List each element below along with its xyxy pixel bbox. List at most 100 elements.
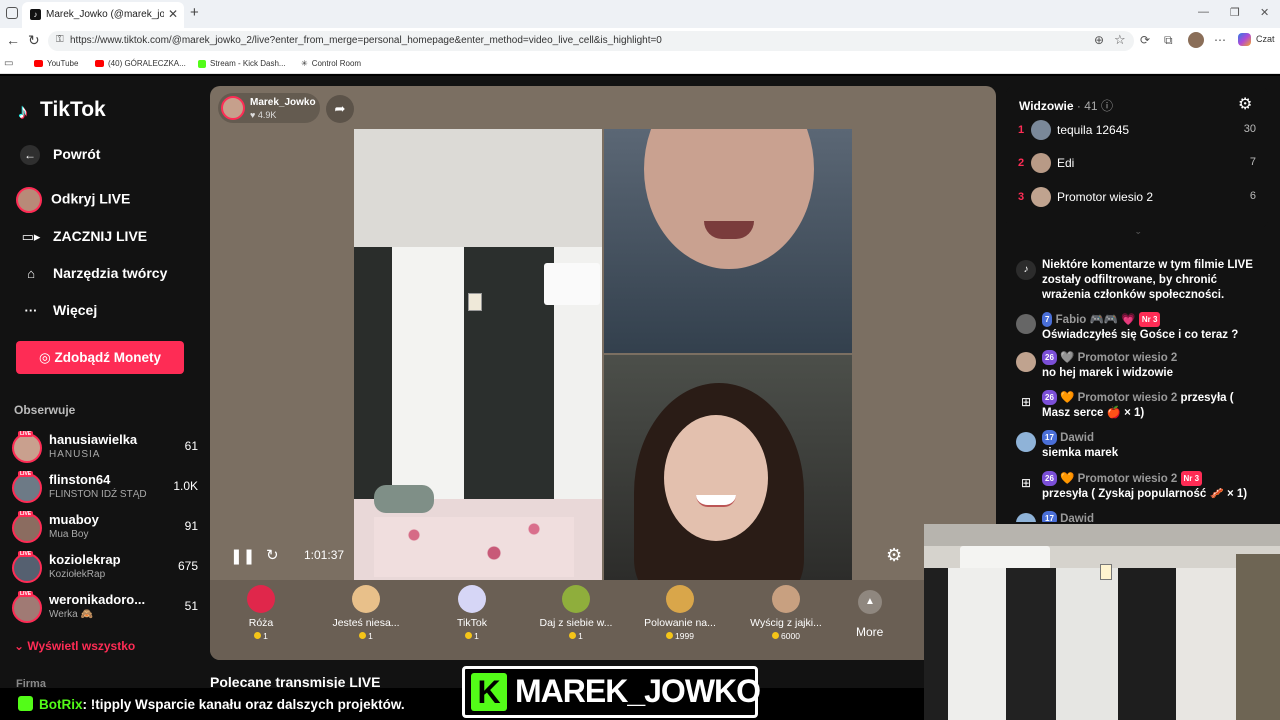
video-feed-host bbox=[354, 129, 602, 581]
level-badge: 26 bbox=[1042, 471, 1057, 486]
host-name: Marek_Jowko bbox=[250, 97, 316, 108]
kick-logo-icon: K bbox=[471, 673, 507, 711]
avatar bbox=[12, 593, 42, 623]
host-avatar[interactable] bbox=[221, 96, 245, 120]
browser-tab[interactable]: ♪ Marek_Jowko (@marek_jowko_2) | ✕ bbox=[22, 2, 184, 28]
copilot-icon[interactable] bbox=[1238, 33, 1251, 46]
host-info-pill[interactable]: Marek_Jowko ♥ 4.9K bbox=[218, 93, 320, 123]
gear-icon[interactable]: ⚙ bbox=[1238, 94, 1252, 114]
get-coins-button[interactable]: ◎ Zdobądź Monety bbox=[16, 341, 184, 374]
tiktok-logo[interactable]: ♪ TikTok bbox=[18, 98, 106, 123]
video-feed-guest-2 bbox=[604, 355, 852, 581]
gift-item[interactable]: Polowanie na... 1999 bbox=[630, 585, 730, 641]
avatar bbox=[1031, 187, 1051, 207]
maximize-icon[interactable]: ❐ bbox=[1230, 6, 1240, 19]
reload-icon[interactable]: ↻ bbox=[28, 32, 40, 49]
avatar bbox=[12, 553, 42, 583]
following-subtitle: Werka 🙈 bbox=[49, 609, 93, 620]
gift-item[interactable]: Daj z siebie w... 1 bbox=[526, 585, 626, 641]
host-likes: ♥ 4.9K bbox=[250, 110, 277, 120]
coin-icon bbox=[569, 632, 577, 639]
profile-avatar[interactable] bbox=[1188, 32, 1204, 48]
nav-start-live[interactable]: ▭▸ ZACZNIJ LIVE bbox=[20, 228, 148, 245]
following-item[interactable]: LIVE weronikadoro... Werka 🙈 51 bbox=[12, 591, 198, 629]
following-subtitle: Mua Boy bbox=[49, 529, 89, 540]
live-player[interactable]: Marek_Jowko ♥ 4.9K ➦ ❚❚ ↻ 1:01:37 ⚙ Róża… bbox=[210, 86, 996, 660]
browser-tab-bar: ♪ Marek_Jowko (@marek_jowko_2) | ✕ + — ❐… bbox=[0, 0, 1280, 28]
back-icon[interactable]: ← bbox=[6, 32, 20, 48]
settings-gear-icon[interactable]: ⚙ bbox=[886, 545, 902, 566]
bookmarks-toggle-icon[interactable]: ▭ bbox=[4, 58, 13, 69]
egg-basket-gift-icon bbox=[666, 585, 694, 613]
gift-icon: ⊞ bbox=[1020, 395, 1032, 409]
pause-icon[interactable]: ❚❚ bbox=[230, 547, 255, 565]
live-chat[interactable]: ⌄ ♪ Niektóre komentarze w tym filmie LIV… bbox=[1006, 232, 1268, 522]
url-field[interactable]: ⚿ https://www.tiktok.com/@marek_jowko_2/… bbox=[48, 31, 1134, 51]
site-info-icon[interactable]: ⚿ bbox=[56, 34, 64, 45]
coin-icon bbox=[666, 632, 674, 639]
bookmark-kick-dashboard[interactable]: Stream - Kick Dash... bbox=[198, 59, 286, 68]
bookmarks-bar: ▭ YouTube (40) GÓRALECZKA... Stream - Ki… bbox=[0, 54, 1280, 74]
nav-discover-live[interactable]: Odkryj LIVE bbox=[16, 187, 130, 213]
gift-bar: Róża 1 Jesteś niesa... 1 TikTok 1 Daj z … bbox=[210, 580, 996, 660]
nav-more[interactable]: ··· Więcej bbox=[20, 302, 98, 318]
zoom-icon[interactable]: ⊕ bbox=[1094, 33, 1104, 47]
following-subtitle: KoziołekRap bbox=[49, 569, 106, 580]
avatar bbox=[12, 513, 42, 543]
nav-creator-tools[interactable]: ⌂ Narzędzia twórcy bbox=[20, 265, 167, 281]
tab-title: Marek_Jowko (@marek_jowko_2) | bbox=[46, 9, 164, 20]
viewer-row[interactable]: 1 tequila 12645 30 bbox=[1016, 118, 1260, 146]
level-badge: 7 bbox=[1042, 312, 1053, 327]
more-options-icon[interactable]: ⋯ bbox=[1214, 33, 1226, 47]
following-item[interactable]: LIVE flinston64 FLINSTON IDŹ STĄD 1.0K bbox=[12, 471, 198, 509]
close-window-icon[interactable]: ✕ bbox=[1260, 6, 1269, 19]
avatar bbox=[1016, 314, 1036, 334]
stream-timer: 1:01:37 bbox=[304, 548, 345, 562]
more-dots-icon: ··· bbox=[24, 303, 38, 318]
gift-item[interactable]: Róża 1 bbox=[211, 585, 311, 641]
new-tab-icon[interactable]: + bbox=[190, 4, 199, 21]
collections-icon[interactable]: ⧉ bbox=[1164, 33, 1173, 48]
viewer-row[interactable]: 2 Edi 7 bbox=[1016, 151, 1260, 179]
following-name: weronikadoro... bbox=[49, 592, 146, 607]
bookmark-goraleczka[interactable]: (40) GÓRALECZKA... bbox=[95, 59, 186, 68]
live-badge: LIVE bbox=[18, 551, 34, 557]
favorite-star-icon[interactable]: ☆ bbox=[1114, 32, 1126, 48]
ball-gift-icon bbox=[562, 585, 590, 613]
extensions-icon[interactable]: ⟳ bbox=[1140, 33, 1150, 47]
workspaces-icon[interactable] bbox=[6, 7, 18, 19]
share-icon[interactable]: ➦ bbox=[326, 95, 354, 123]
bookmark-youtube[interactable]: YouTube bbox=[34, 59, 78, 68]
viewer-row[interactable]: 3 Promotor wiesio 2 6 bbox=[1016, 185, 1260, 213]
refresh-icon[interactable]: ↻ bbox=[266, 546, 279, 564]
nav-back[interactable]: ← Powrót bbox=[20, 145, 100, 165]
following-item[interactable]: LIVE muaboy Mua Boy 91 bbox=[12, 511, 198, 549]
kick-icon bbox=[198, 59, 206, 68]
more-gifts-button[interactable]: More bbox=[856, 625, 883, 639]
gift-item[interactable]: Wyścig z jajki... 6000 bbox=[736, 585, 836, 641]
following-item[interactable]: LIVE koziolekrap KoziołekRap 675 bbox=[12, 551, 198, 589]
copilot-chat-label[interactable]: Czat bbox=[1256, 34, 1275, 44]
chevron-up-icon[interactable]: ▲ bbox=[858, 590, 882, 614]
gift-item[interactable]: TikTok 1 bbox=[422, 585, 522, 641]
address-bar-row: ← ↻ ⚿ https://www.tiktok.com/@marek_jowk… bbox=[0, 28, 1280, 54]
recommended-live-heading: Polecane transmisje LIVE bbox=[210, 674, 381, 688]
level-badge: 26 bbox=[1042, 350, 1057, 365]
level-badge: 17 bbox=[1042, 430, 1057, 445]
avatar bbox=[12, 433, 42, 463]
tab-close-icon[interactable]: ✕ bbox=[168, 7, 178, 21]
following-name: flinston64 bbox=[49, 472, 111, 487]
live-badge: LIVE bbox=[18, 591, 34, 597]
minimize-icon[interactable]: — bbox=[1198, 6, 1209, 18]
gift-item[interactable]: Jesteś niesa... 1 bbox=[316, 585, 416, 641]
following-item[interactable]: LIVE hanusiawielka HANUSIA 61 bbox=[12, 431, 198, 469]
company-section-heading: Firma bbox=[16, 678, 46, 688]
discover-live-avatar bbox=[16, 187, 42, 213]
show-all-following-link[interactable]: ⌄ Wyświetl wszystko bbox=[14, 639, 135, 653]
kick-channel-name: MAREK_JOWKO bbox=[515, 673, 761, 709]
following-name: koziolekrap bbox=[49, 552, 121, 567]
rank-badge: Nr 3 bbox=[1180, 471, 1203, 486]
bookmark-control-room[interactable]: ✳ Control Room bbox=[301, 59, 361, 68]
viewer-count: 61 bbox=[184, 439, 198, 453]
chevron-down-icon[interactable]: ⌄ bbox=[1134, 232, 1142, 237]
